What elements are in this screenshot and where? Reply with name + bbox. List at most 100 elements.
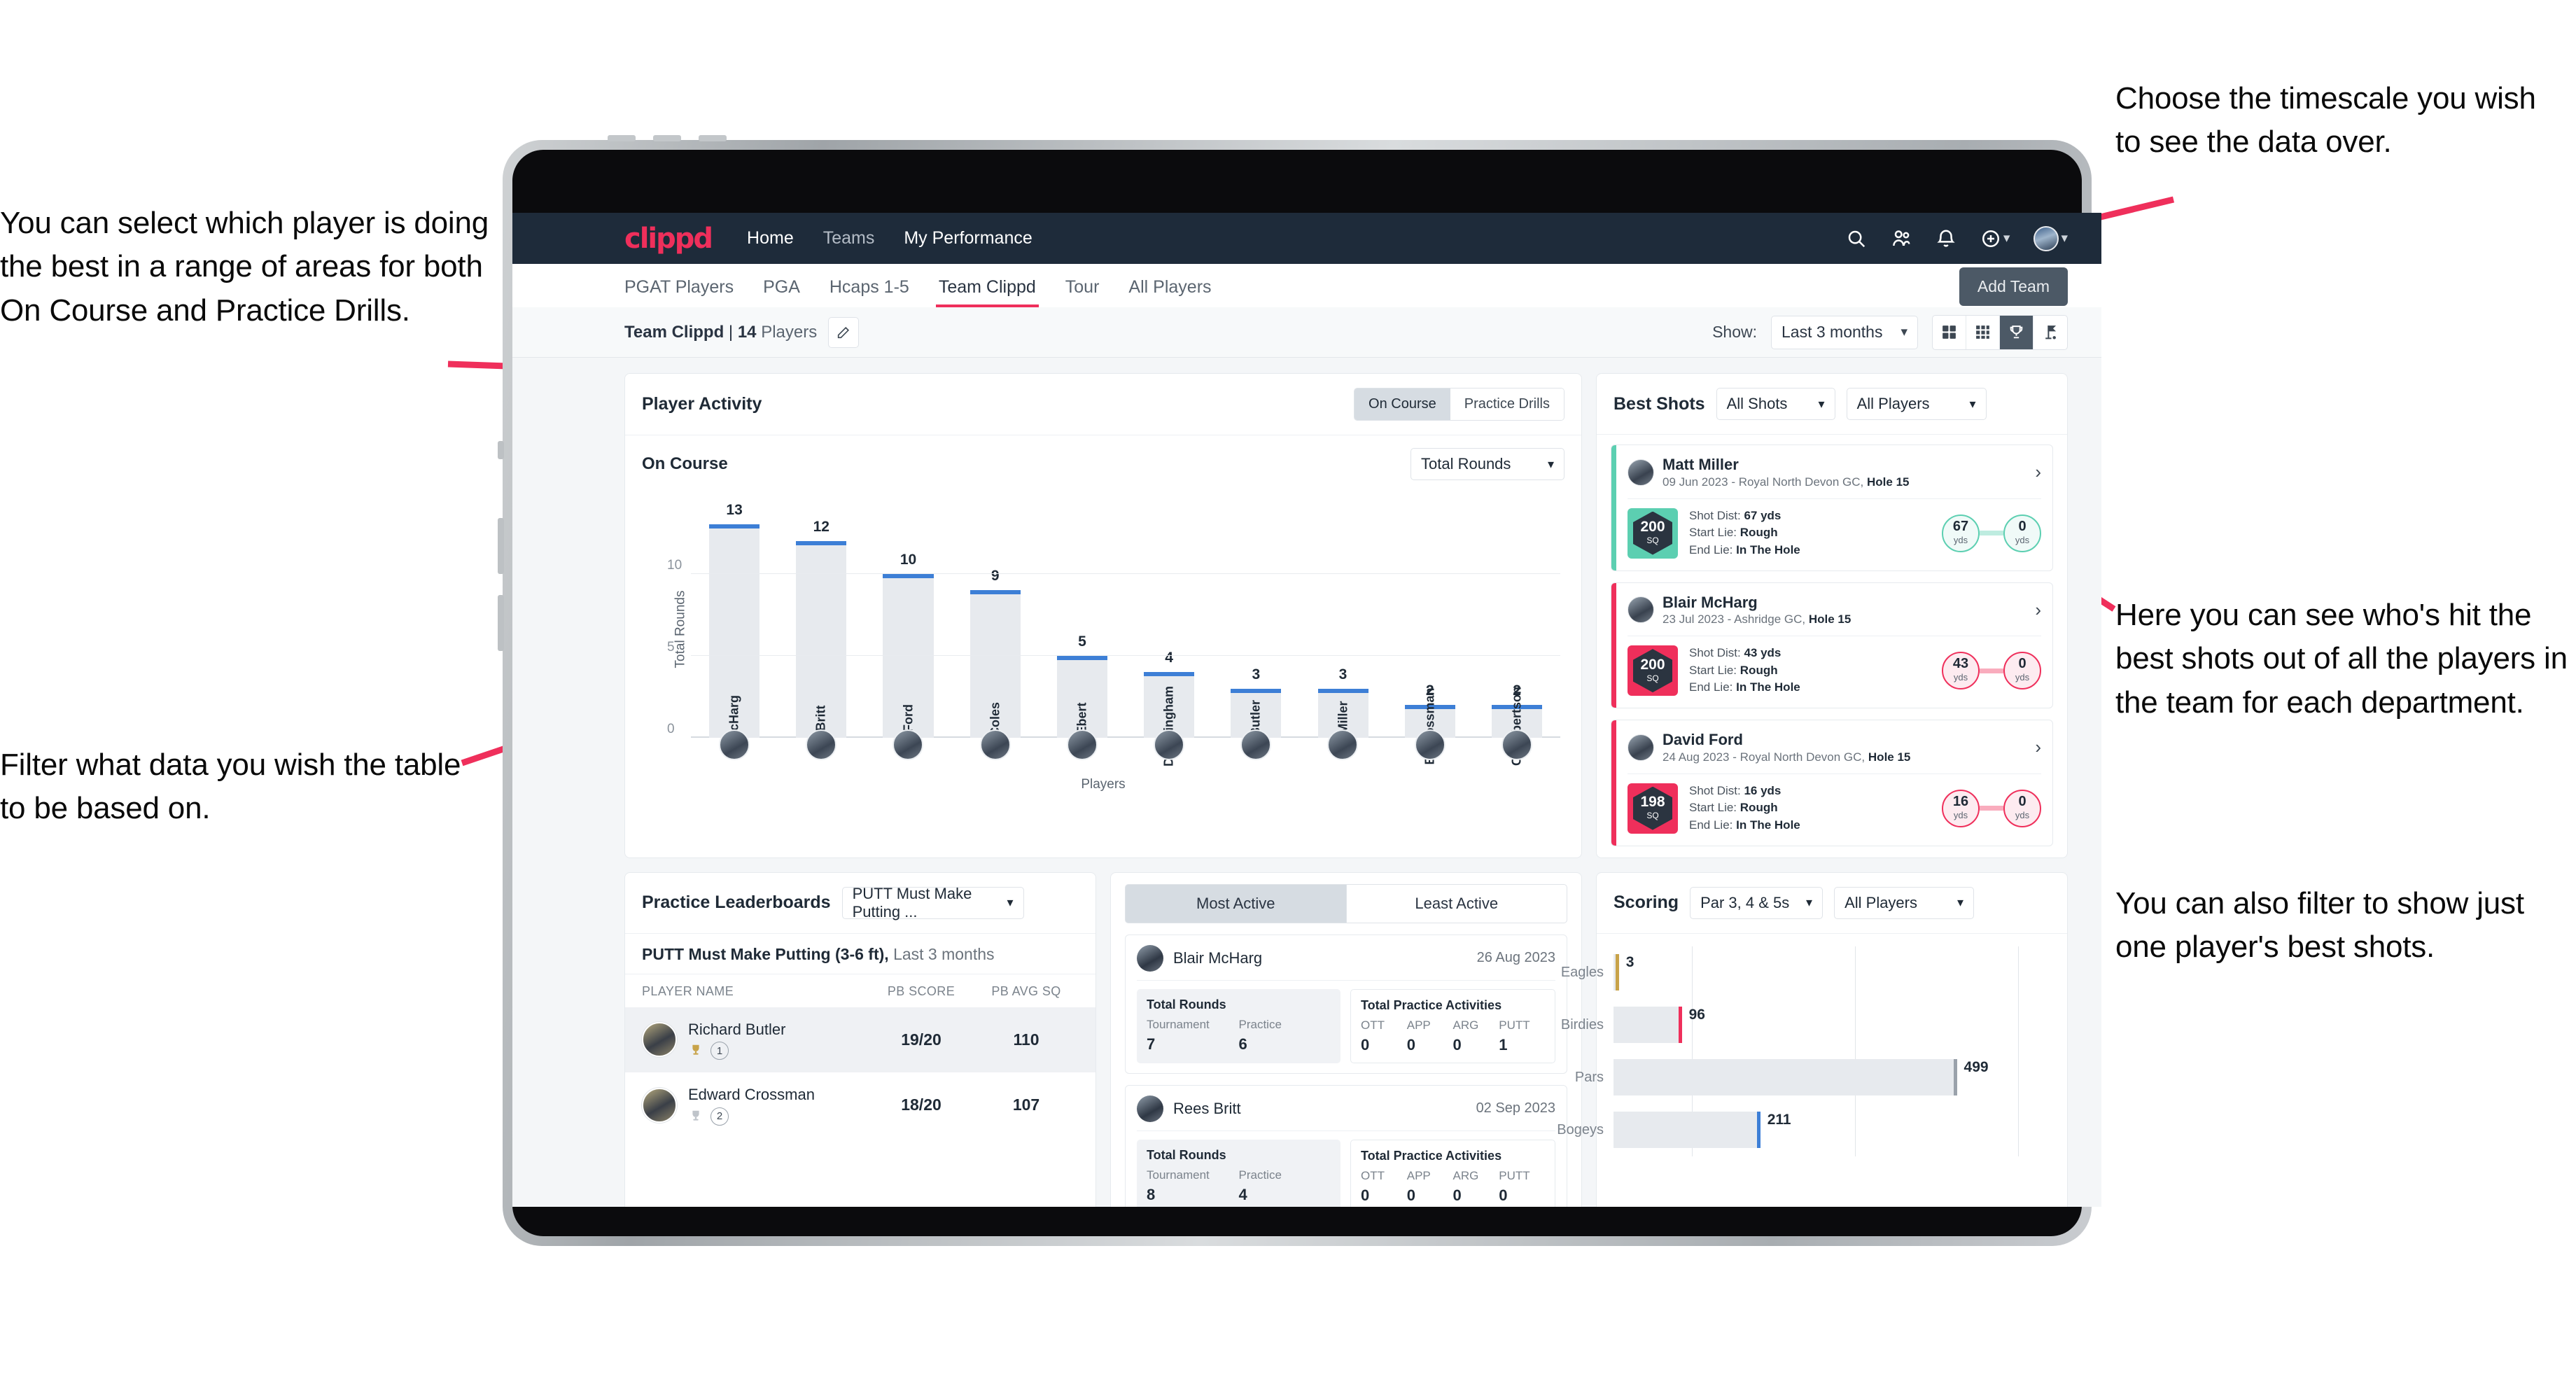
chart-bar-column[interactable]: 12 R. Britt: [778, 508, 864, 748]
segment-on-course[interactable]: On Course: [1354, 388, 1450, 420]
grid-3x3-icon[interactable]: [1966, 315, 2000, 349]
nav-link-my-performance[interactable]: My Performance: [904, 228, 1032, 248]
tab-pga[interactable]: PGA: [763, 277, 800, 307]
best-shots-player-filter[interactable]: All Players ▾: [1846, 388, 1987, 420]
grid-2x2-icon[interactable]: [1933, 315, 1966, 349]
chevron-right-icon[interactable]: ›: [2035, 461, 2041, 483]
player-avatar[interactable]: [979, 729, 1011, 760]
clippd-logo[interactable]: clippd: [624, 223, 713, 255]
end-lie-label: End Lie:: [1689, 680, 1733, 694]
chevron-right-icon[interactable]: ›: [2035, 599, 2041, 621]
golf-flag-icon[interactable]: [2033, 316, 2067, 349]
tab-hcaps-1-5[interactable]: Hcaps 1-5: [830, 277, 909, 307]
chart-y-tick: 10: [667, 557, 682, 573]
best-shot-card[interactable]: Blair McHarg 23 Jul 2023 - Ashridge GC, H…: [1611, 582, 2053, 709]
chart-bar-column[interactable]: 2 E. Crossman: [1387, 508, 1474, 765]
trophy-icon[interactable]: [2000, 315, 2033, 349]
rank-badge: 1: [710, 1042, 729, 1060]
add-team-button[interactable]: Add Team: [1959, 267, 2068, 306]
player-avatar[interactable]: [1066, 729, 1098, 760]
best-shots-list: Matt Miller 09 Jun 2023 - Royal North Dev…: [1597, 435, 2067, 858]
tab-most-active[interactable]: Most Active: [1125, 883, 1346, 923]
table-row[interactable]: Richard Butler 1 19/20 110: [625, 1007, 1096, 1073]
timescale-select[interactable]: Last 3 months ▾: [1771, 315, 1918, 349]
player-avatar[interactable]: [719, 729, 750, 760]
player-avatar[interactable]: [1240, 729, 1272, 760]
metric-select[interactable]: Total Rounds ▾: [1410, 448, 1564, 480]
scoring-bar-value: 211: [1767, 1112, 1791, 1128]
scoring-chart: Eagles 3 Birdies 96 Pars 499 Bogeys 211: [1557, 946, 2050, 1156]
bell-icon[interactable]: [1935, 228, 1956, 249]
team-separator: |: [724, 322, 738, 342]
best-shot-card[interactable]: Matt Miller 09 Jun 2023 - Royal North Dev…: [1611, 444, 2053, 571]
drill-select[interactable]: PUTT Must Make Putting ... ▾: [841, 884, 1024, 920]
avatar: [642, 1022, 677, 1058]
tab-least-active[interactable]: Least Active: [1345, 883, 1567, 923]
chart-bar-column[interactable]: 3 M. Miller: [1299, 508, 1386, 752]
table-row[interactable]: Edward Crossman 2 18/20 107: [625, 1072, 1096, 1138]
to-value: 0: [2018, 518, 2026, 534]
chart-bar-column[interactable]: 9 J. Coles: [952, 508, 1039, 750]
player-avatar[interactable]: [1154, 729, 1185, 760]
scoring-bar-row[interactable]: Eagles 3: [1561, 954, 2050, 991]
chart-bar-column[interactable]: 2 C. Robertson: [1474, 508, 1560, 766]
plus-circle-icon[interactable]: [1980, 228, 2001, 249]
avatar: [1137, 1095, 1163, 1122]
edit-team-button[interactable]: [828, 316, 860, 348]
chart-bar-column[interactable]: 10 D. Ford: [864, 508, 951, 748]
chevron-down-icon[interactable]: ▾: [2061, 230, 2068, 246]
tab-tour[interactable]: Tour: [1065, 277, 1100, 307]
chart-bar-column[interactable]: 4 D. Billingham: [1126, 508, 1212, 766]
nav-link-teams[interactable]: Teams: [823, 228, 875, 248]
total-practice-box: Total Practice Activities OTT 0 APP 0 ARG 0 PUT…: [1350, 988, 1555, 1063]
tab-pgat-players[interactable]: PGAT Players: [624, 277, 734, 307]
chevron-down-icon: ▾: [1969, 396, 1976, 411]
best-shots-shot-filter[interactable]: All Shots ▾: [1716, 388, 1835, 420]
chevron-down-icon[interactable]: ▾: [2003, 230, 2010, 246]
team-toolbar: Team Clippd | 14 Players Show: Last 3 mo…: [512, 307, 2101, 358]
player-avatar[interactable]: [806, 729, 837, 760]
shot-dist-value: 43 yds: [1744, 646, 1782, 660]
nav-link-home[interactable]: Home: [747, 228, 794, 248]
player-avatar[interactable]: [892, 729, 924, 760]
chart-bar-column[interactable]: 5 E. Ebert: [1039, 508, 1126, 750]
avatar[interactable]: [2033, 225, 2059, 251]
activity-player-card[interactable]: Blair McHarg 26 Aug 2023 Total Rounds Tourn…: [1125, 934, 1567, 1074]
shot-player-name: Matt Miller: [1662, 456, 1739, 473]
annotation-filter-player: You can also filter to show just one pla…: [2115, 886, 2524, 965]
scoring-player-filter[interactable]: All Players ▾: [1834, 886, 1975, 919]
shot-end-node: 0 yds: [2003, 652, 2041, 690]
team-label: Team Clippd | 14 Players: [624, 323, 817, 342]
scoring-bar-row[interactable]: Bogeys 211: [1557, 1112, 2050, 1149]
toolbar-right: Show: Last 3 months ▾: [1712, 314, 2068, 350]
shot-distance-diagram: 67 yds 0 yds: [1942, 514, 2041, 552]
segment-practice-drills[interactable]: Practice Drills: [1450, 388, 1564, 420]
search-icon[interactable]: [1846, 228, 1867, 249]
shot-player-name: David Ford: [1662, 731, 1743, 749]
activity-player-card[interactable]: Rees Britt 02 Sep 2023 Total Rounds Tournam…: [1125, 1084, 1567, 1207]
chart-bar-column[interactable]: 13 B. McHarg: [691, 502, 778, 757]
chart-bar-column[interactable]: 3 R. Butler: [1212, 508, 1299, 752]
chart-bar-value: 4: [1165, 650, 1173, 666]
tab-all-players[interactable]: All Players: [1128, 277, 1211, 307]
shot-start-node: 43 yds: [1942, 652, 1980, 690]
player-avatar[interactable]: [1414, 729, 1446, 760]
players-word: Players: [761, 322, 818, 342]
shot-course: Ashridge GC,: [1734, 612, 1806, 626]
people-icon[interactable]: [1891, 228, 1912, 249]
scoring-bar: 499: [1614, 1059, 1989, 1096]
chevron-right-icon[interactable]: ›: [2035, 736, 2041, 758]
player-avatar[interactable]: [1327, 729, 1359, 760]
end-lie-label: End Lie:: [1689, 818, 1733, 832]
scoring-bar-row[interactable]: Birdies 96: [1561, 1007, 2050, 1044]
chevron-down-icon: ▾: [1957, 895, 1964, 910]
shot-quality-tile: 200 SQ: [1628, 507, 1678, 559]
player-avatar[interactable]: [1501, 729, 1532, 760]
scoring-par-filter[interactable]: Par 3, 4 & 5s ▾: [1690, 886, 1823, 919]
tab-team-clippd[interactable]: Team Clippd: [935, 277, 1039, 307]
drill-select-value: PUTT Must Make Putting ...: [852, 884, 972, 920]
scoring-bar-row[interactable]: Pars 499: [1575, 1059, 2050, 1096]
chart-bar-value: 5: [1078, 633, 1086, 650]
player-activity-card: Player Activity On Course Practice Drill…: [624, 373, 1582, 858]
best-shot-card[interactable]: David Ford 24 Aug 2023 - Royal North Devo…: [1611, 720, 2053, 846]
